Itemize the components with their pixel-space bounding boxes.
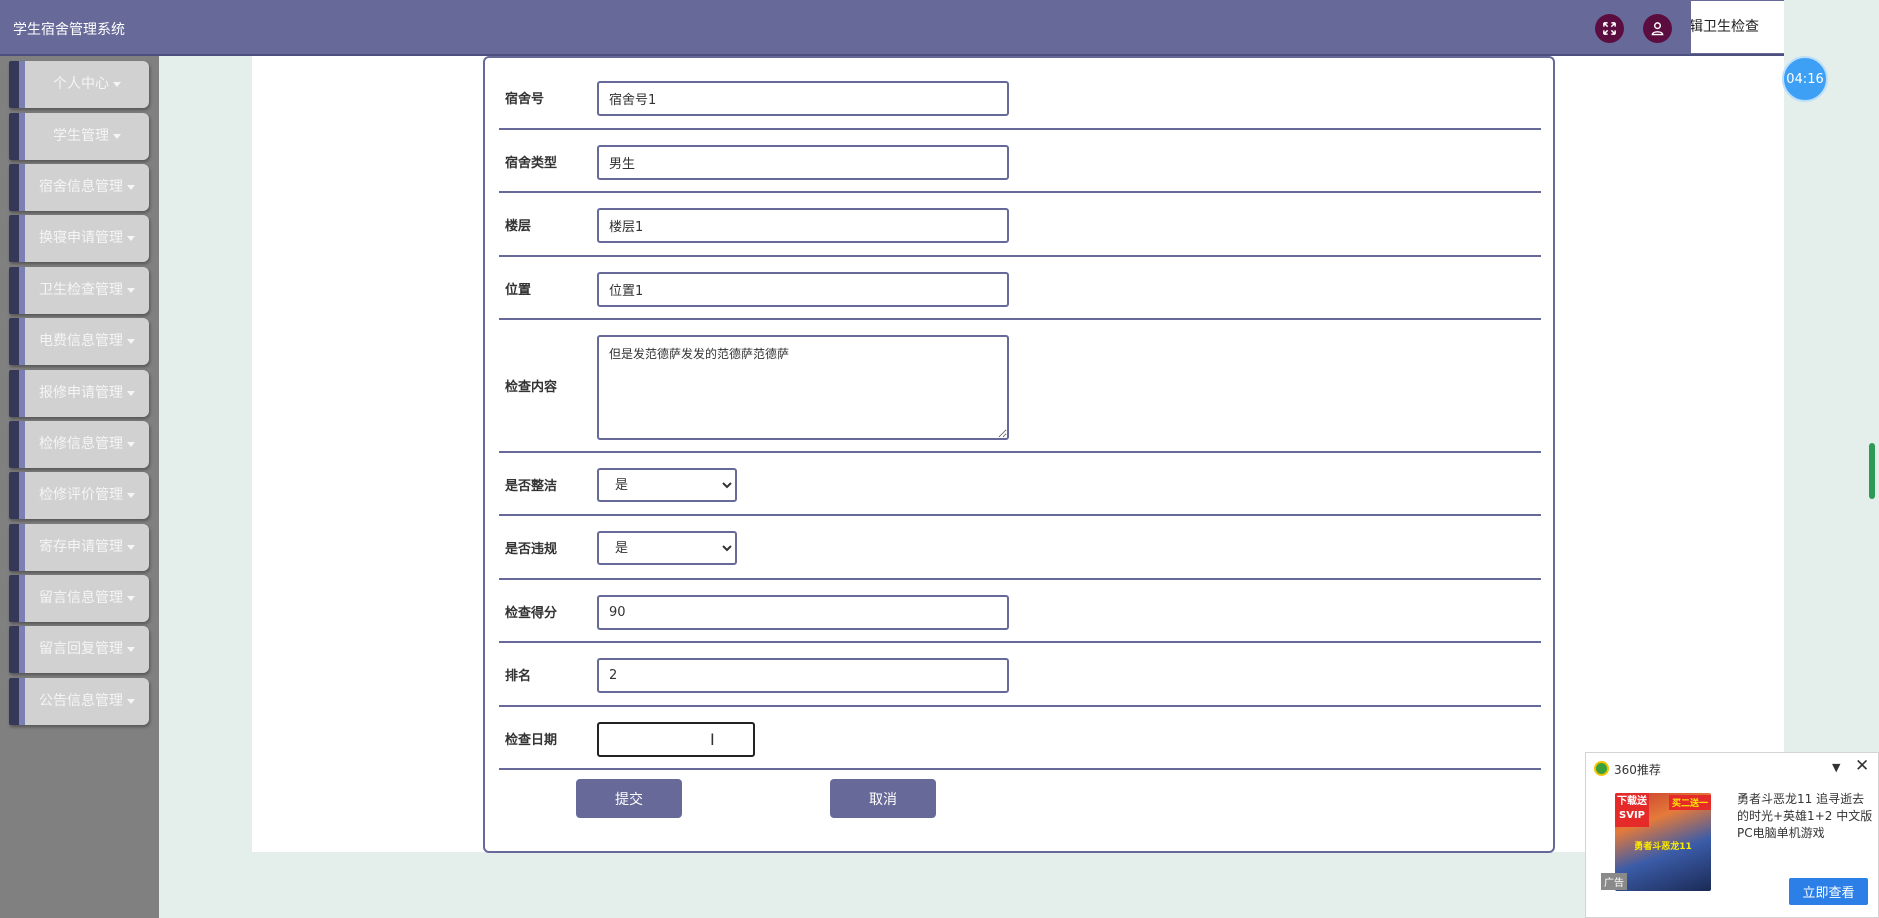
sidebar-item-label: 电费信息管理 (39, 333, 123, 349)
chevron-down-icon (127, 698, 135, 704)
sidebar-item-messages[interactable]: 留言信息管理 (9, 575, 149, 622)
sidebar-item-announcements[interactable]: 公告信息管理 (9, 678, 149, 725)
scrollbar-thumb[interactable] (1869, 443, 1875, 499)
chevron-down-icon (127, 492, 135, 498)
edit-form: 宿舍号 宿舍类型 楼层 位置 检查内容 但是发范德萨发发的范德萨范德萨 是否整洁… (483, 56, 1555, 853)
tab-label: 编辑卫生检查 (1691, 19, 1759, 35)
form-row-is-violation: 是否违规 是 (499, 516, 1541, 580)
sidebar-item-storage-request[interactable]: 寄存申请管理 (9, 524, 149, 571)
fullscreen-button[interactable] (1595, 14, 1624, 43)
chevron-down-icon (127, 184, 135, 190)
form-row-location: 位置 (499, 257, 1541, 320)
field-label: 是否整洁 (505, 479, 558, 494)
sidebar-item-room-change[interactable]: 换寝申请管理 (9, 215, 149, 262)
sidebar-item-label: 个人中心 (53, 76, 109, 92)
form-row-score: 检查得分 (499, 580, 1541, 643)
dorm-no-input[interactable] (597, 81, 1009, 116)
close-icon[interactable]: ✕ (1855, 756, 1869, 776)
field-label: 楼层 (505, 219, 532, 234)
user-button[interactable] (1643, 14, 1672, 43)
chevron-down-icon (127, 595, 135, 601)
check-date-input[interactable]: I (597, 722, 755, 757)
ad-image-title: 勇者斗恶龙11 (1634, 842, 1692, 852)
field-label: 位置 (505, 283, 532, 298)
cancel-button[interactable]: 取消 (830, 779, 936, 818)
sidebar-item-label: 公告信息管理 (39, 693, 123, 709)
floor-input[interactable] (597, 208, 1009, 243)
ad-brand: 360推荐 (1614, 763, 1661, 777)
sidebar-item-label: 宿舍信息管理 (39, 179, 123, 195)
chevron-down-icon (113, 81, 121, 87)
rank-input[interactable] (597, 658, 1009, 693)
form-row-dorm-type: 宿舍类型 (499, 130, 1541, 193)
form-row-check-date: 检查日期 I (499, 707, 1541, 770)
ad-tag: 广告 (1601, 873, 1627, 890)
field-label: 宿舍类型 (505, 156, 558, 171)
content-textarea[interactable]: 但是发范德萨发发的范德萨范德萨 (597, 335, 1009, 440)
sidebar-item-hygiene-check[interactable]: 卫生检查管理 (9, 267, 149, 314)
sidebar-item-dorm-info[interactable]: 宿舍信息管理 (9, 164, 149, 211)
chevron-down-icon (127, 441, 135, 447)
sidebar-item-repair-request[interactable]: 报修申请管理 (9, 370, 149, 417)
sidebar-item-label: 换寝申请管理 (39, 230, 123, 246)
triangle-down-icon[interactable]: ▼ (1832, 761, 1840, 774)
sidebar-item-maintenance-info[interactable]: 检修信息管理 (9, 421, 149, 468)
form-row-rank: 排名 (499, 643, 1541, 707)
fullscreen-icon (1603, 22, 1616, 35)
sidebar-item-label: 寄存申请管理 (39, 539, 123, 555)
ad-view-button[interactable]: 立即查看 (1789, 878, 1868, 905)
chevron-down-icon (127, 544, 135, 550)
text-cursor-icon: I (710, 730, 715, 749)
sidebar-item-electricity[interactable]: 电费信息管理 (9, 318, 149, 365)
submit-button[interactable]: 提交 (576, 779, 682, 818)
ad-image[interactable]: 下载送SVIP 买二送一 勇者斗恶龙11 (1615, 793, 1711, 891)
form-row-floor: 楼层 (499, 193, 1541, 257)
sidebar-item-personal-center[interactable]: 个人中心 (9, 61, 149, 108)
score-input[interactable] (597, 595, 1009, 630)
field-label: 宿舍号 (505, 92, 545, 107)
form-row-content: 检查内容 但是发范德萨发发的范德萨范德萨 (499, 320, 1541, 453)
sidebar-item-label: 留言信息管理 (39, 590, 123, 606)
sidebar-item-label: 卫生检查管理 (39, 282, 123, 298)
chevron-down-icon (127, 646, 135, 652)
field-label: 是否违规 (505, 542, 558, 557)
tab-edit-hygiene-check[interactable]: 编辑卫生检查 (1691, 1, 1784, 53)
field-label: 检查日期 (505, 733, 558, 748)
sidebar: 个人中心 学生管理 宿舍信息管理 换寝申请管理 卫生检查管理 电费信息管理 报修… (0, 56, 159, 918)
chevron-down-icon (127, 338, 135, 344)
chevron-down-icon (127, 287, 135, 293)
sidebar-item-label: 检修信息管理 (39, 436, 123, 452)
form-row-is-clean: 是否整洁 是 (499, 453, 1541, 516)
field-label: 检查内容 (505, 380, 558, 395)
is-clean-select[interactable]: 是 (597, 468, 737, 502)
top-bar: 学生宿舍管理系统 编辑卫生检查 (0, 0, 1784, 56)
sidebar-item-message-replies[interactable]: 留言回复管理 (9, 626, 149, 673)
timer-badge[interactable]: 04:16 (1782, 56, 1828, 102)
chevron-down-icon (127, 235, 135, 241)
ad-image-badge: 买二送一 (1668, 795, 1711, 810)
field-label: 检查得分 (505, 606, 558, 621)
sidebar-item-label: 报修申请管理 (39, 385, 123, 401)
chevron-down-icon (127, 390, 135, 396)
user-icon (1651, 22, 1664, 36)
ad-text[interactable]: 勇者斗恶龙11 追寻逝去的时光+英雄1+2 中文版PC电脑单机游戏 (1737, 791, 1875, 842)
ad-popup: 360推荐 ▼ ✕ 下载送SVIP 买二送一 勇者斗恶龙11 广告 勇者斗恶龙1… (1585, 752, 1879, 918)
ad-image-badge: 下载送SVIP (1615, 793, 1649, 827)
form-row-dorm-no: 宿舍号 (499, 66, 1541, 130)
sidebar-item-label: 学生管理 (53, 128, 109, 144)
sidebar-item-students[interactable]: 学生管理 (9, 113, 149, 160)
chevron-down-icon (113, 133, 121, 139)
360-logo-icon (1594, 761, 1609, 776)
sidebar-item-maintenance-review[interactable]: 检修评价管理 (9, 472, 149, 519)
sidebar-item-label: 留言回复管理 (39, 641, 123, 657)
dorm-type-input[interactable] (597, 145, 1009, 180)
location-input[interactable] (597, 272, 1009, 307)
is-violation-select[interactable]: 是 (597, 531, 737, 565)
sidebar-item-label: 检修评价管理 (39, 487, 123, 503)
app-title: 学生宿舍管理系统 (13, 22, 125, 38)
field-label: 排名 (505, 669, 532, 684)
